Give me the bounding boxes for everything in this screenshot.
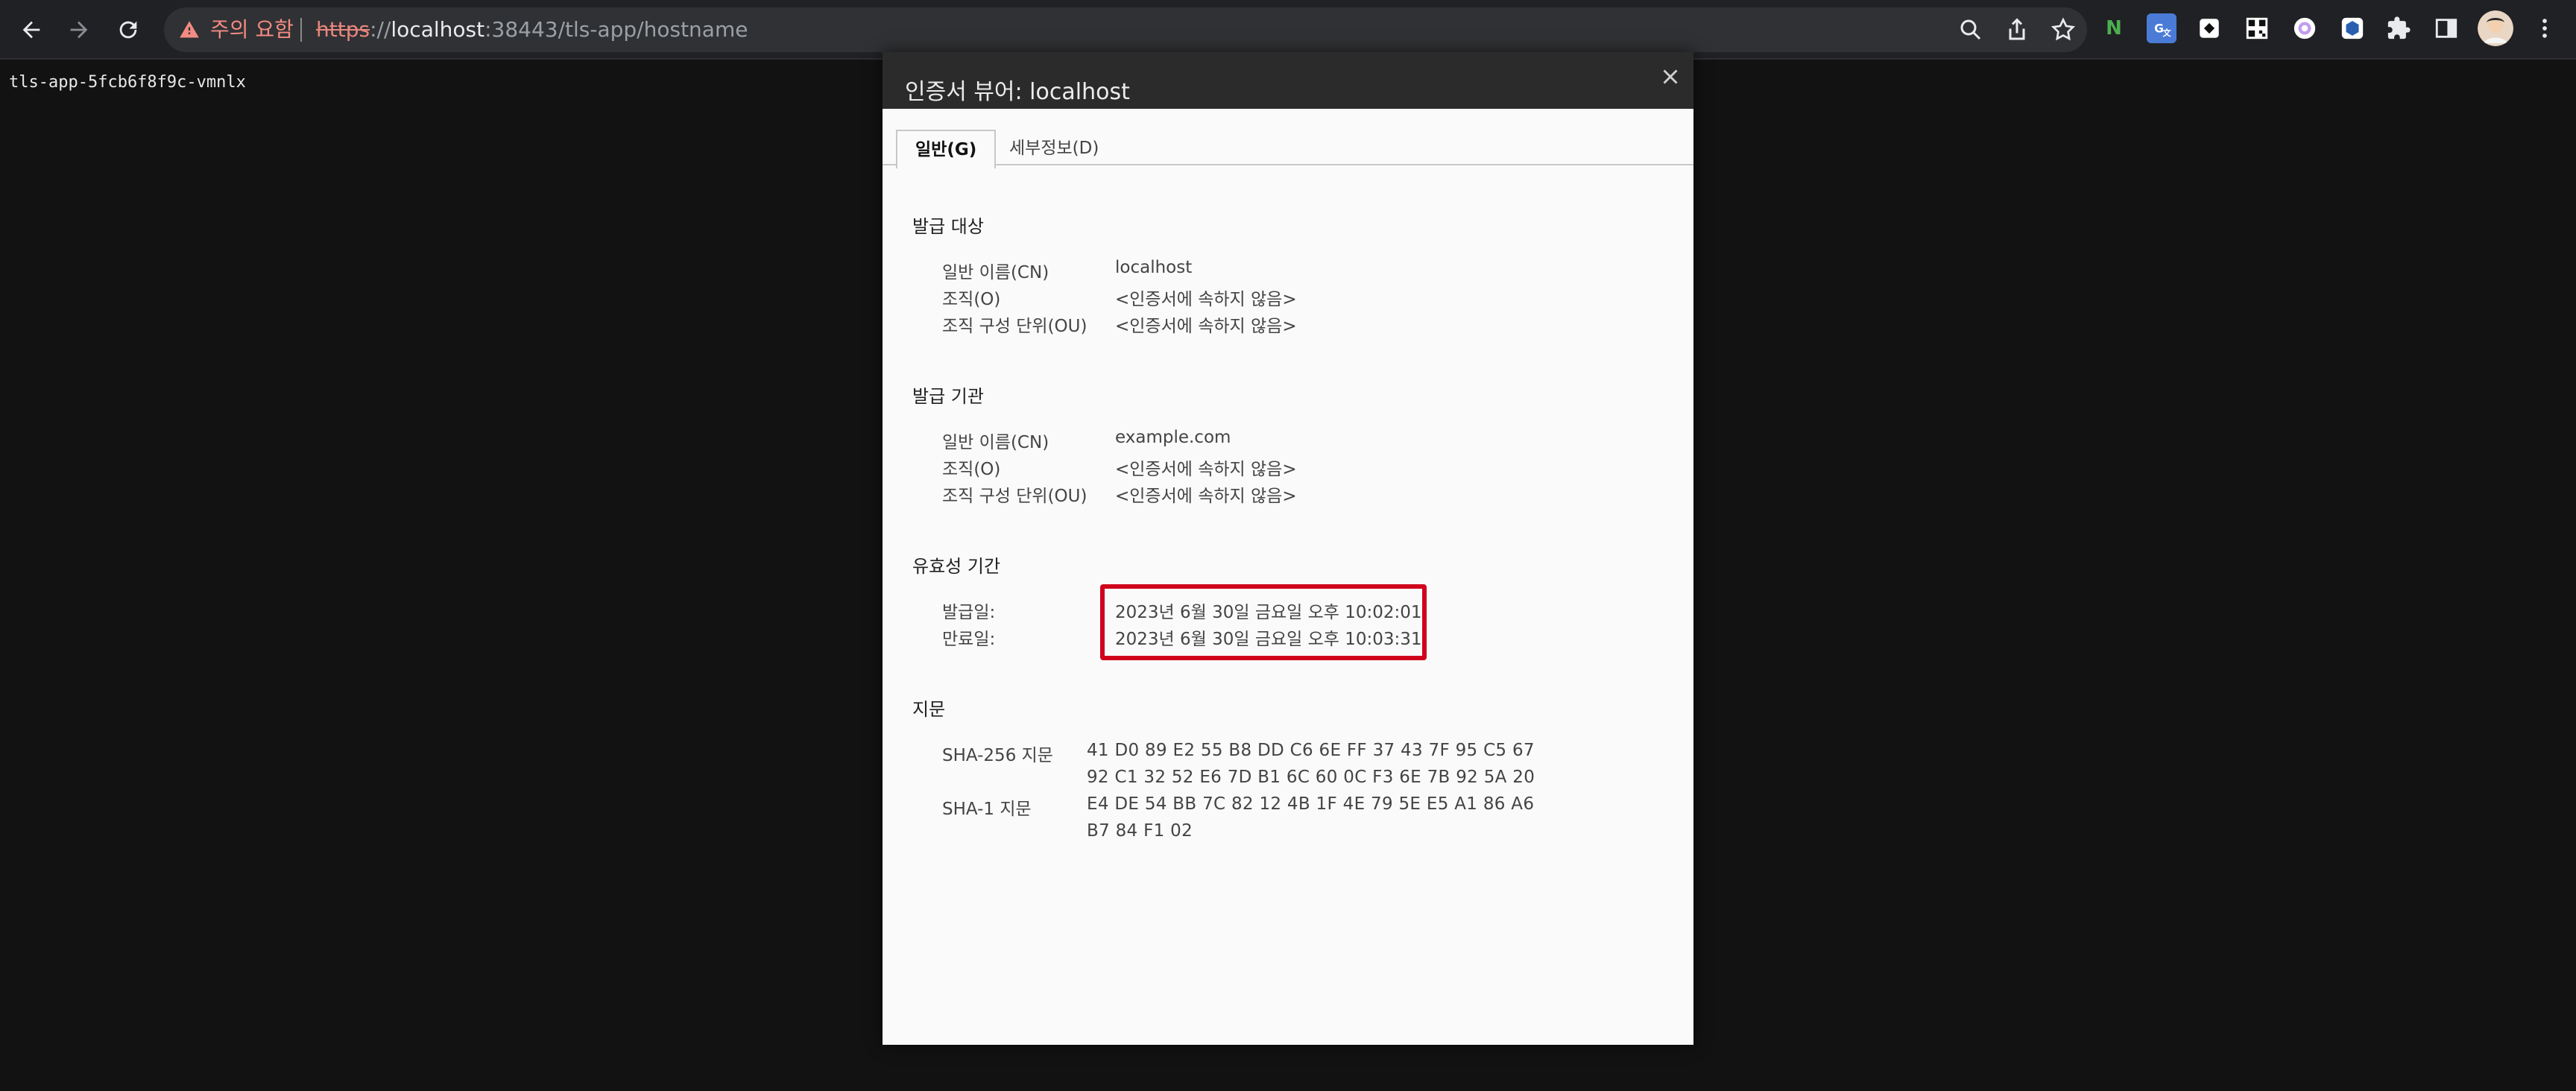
- reload-icon: [119, 21, 137, 39]
- expires-on-label: 만료일:: [942, 630, 996, 649]
- url-path: :38443/tls-app/hostname: [484, 17, 748, 42]
- qr-icon[interactable]: [2242, 13, 2272, 43]
- omnibox-separator: [300, 18, 302, 42]
- fingerprints-heading: 지문: [912, 699, 946, 720]
- tab-details[interactable]: 세부정보(D): [991, 130, 1117, 167]
- url-scheme: https: [316, 17, 370, 42]
- issued-by-heading: 발급 기관: [912, 386, 984, 407]
- sidepanel-icon[interactable]: [2431, 13, 2461, 43]
- share-icon: [2009, 18, 2025, 40]
- extension-n-icon[interactable]: N: [2099, 13, 2129, 43]
- avatar[interactable]: [2478, 10, 2513, 46]
- issued-to-o-label: 조직(O): [942, 290, 1001, 309]
- back-button[interactable]: [12, 10, 51, 49]
- certificate-viewer-dialog: 인증서 뷰어: localhost 일반(G) 세부정보(D) 발급 대상 일반…: [883, 52, 1693, 1045]
- issued-by-o-value: <인증서에 속하지 않음>: [1115, 460, 1297, 479]
- forward-button[interactable]: [60, 10, 98, 49]
- sha256-label: SHA-256 지문: [942, 746, 1053, 765]
- back-arrow-icon: [22, 21, 40, 39]
- extension-circle-icon[interactable]: [2290, 13, 2320, 43]
- star-icon: [2051, 17, 2076, 41]
- url-host: localhost: [391, 17, 485, 42]
- zoom-icon: [1960, 19, 1981, 40]
- forward-arrow-icon: [70, 21, 88, 39]
- issued-to-cn-label: 일반 이름(CN): [942, 263, 1049, 282]
- security-warning-label[interactable]: 주의 요함: [210, 7, 294, 52]
- zoom-button[interactable]: [1957, 16, 1984, 43]
- svg-text:文: 文: [2162, 28, 2171, 38]
- issued-by-ou-value: <인증서에 속하지 않음>: [1115, 487, 1297, 506]
- bookmark-button[interactable]: [2050, 16, 2077, 43]
- sha256-line-1: 41 D0 89 E2 55 B8 DD C6 6E FF 37 43 7F 9…: [1087, 741, 1535, 760]
- kebab-menu-icon[interactable]: [2530, 13, 2560, 43]
- validity-highlight-box: [1100, 584, 1427, 660]
- extension-hex-icon[interactable]: [2337, 13, 2367, 43]
- reload-button[interactable]: [109, 10, 148, 49]
- sha1-line-2: B7 84 F1 02: [1087, 821, 1193, 841]
- issued-to-ou-value: <인증서에 속하지 않음>: [1115, 317, 1297, 336]
- issued-to-o-value: <인증서에 속하지 않음>: [1115, 290, 1297, 309]
- issued-by-cn-value: example.com: [1115, 428, 1231, 447]
- issued-by-o-label: 조직(O): [942, 460, 1001, 479]
- issued-on-label: 발급일:: [942, 603, 996, 622]
- address-bar[interactable]: 주의 요함 https://localhost:38443/tls-app/ho…: [164, 7, 2087, 52]
- issued-by-cn-label: 일반 이름(CN): [942, 433, 1049, 452]
- extension-icon[interactable]: [2194, 13, 2224, 43]
- tab-general[interactable]: 일반(G): [896, 130, 997, 168]
- validity-heading: 유효성 기간: [912, 556, 1001, 577]
- url-text[interactable]: https://localhost:38443/tls-app/hostname: [316, 7, 748, 52]
- sha256-line-2: 92 C1 32 52 E6 7D B1 6C 60 0C F3 6E 7B 9…: [1087, 768, 1535, 787]
- url-separator: ://: [370, 17, 391, 42]
- sha1-label: SHA-1 지문: [942, 800, 1032, 819]
- issued-to-cn-value: localhost: [1115, 258, 1193, 277]
- dialog-body: 일반(G) 세부정보(D) 발급 대상 일반 이름(CN) localhost …: [883, 52, 1693, 1045]
- issued-by-ou-label: 조직 구성 단위(OU): [942, 487, 1087, 506]
- issued-to-ou-label: 조직 구성 단위(OU): [942, 317, 1087, 336]
- browser-toolbar: 주의 요함 https://localhost:38443/tls-app/ho…: [0, 0, 2576, 60]
- puzzle-icon[interactable]: [2384, 13, 2414, 43]
- share-button[interactable]: [2004, 16, 2030, 43]
- hostname-text: tls-app-5fcb6f8f9c-vmnlx: [9, 73, 246, 92]
- sha1-line-1: E4 DE 54 BB 7C 82 12 4B 1F 4E 79 5E E5 A…: [1087, 794, 1535, 814]
- warning-triangle-icon: [180, 21, 199, 38]
- translate-icon[interactable]: G文: [2147, 13, 2176, 43]
- issued-to-heading: 발급 대상: [912, 216, 984, 237]
